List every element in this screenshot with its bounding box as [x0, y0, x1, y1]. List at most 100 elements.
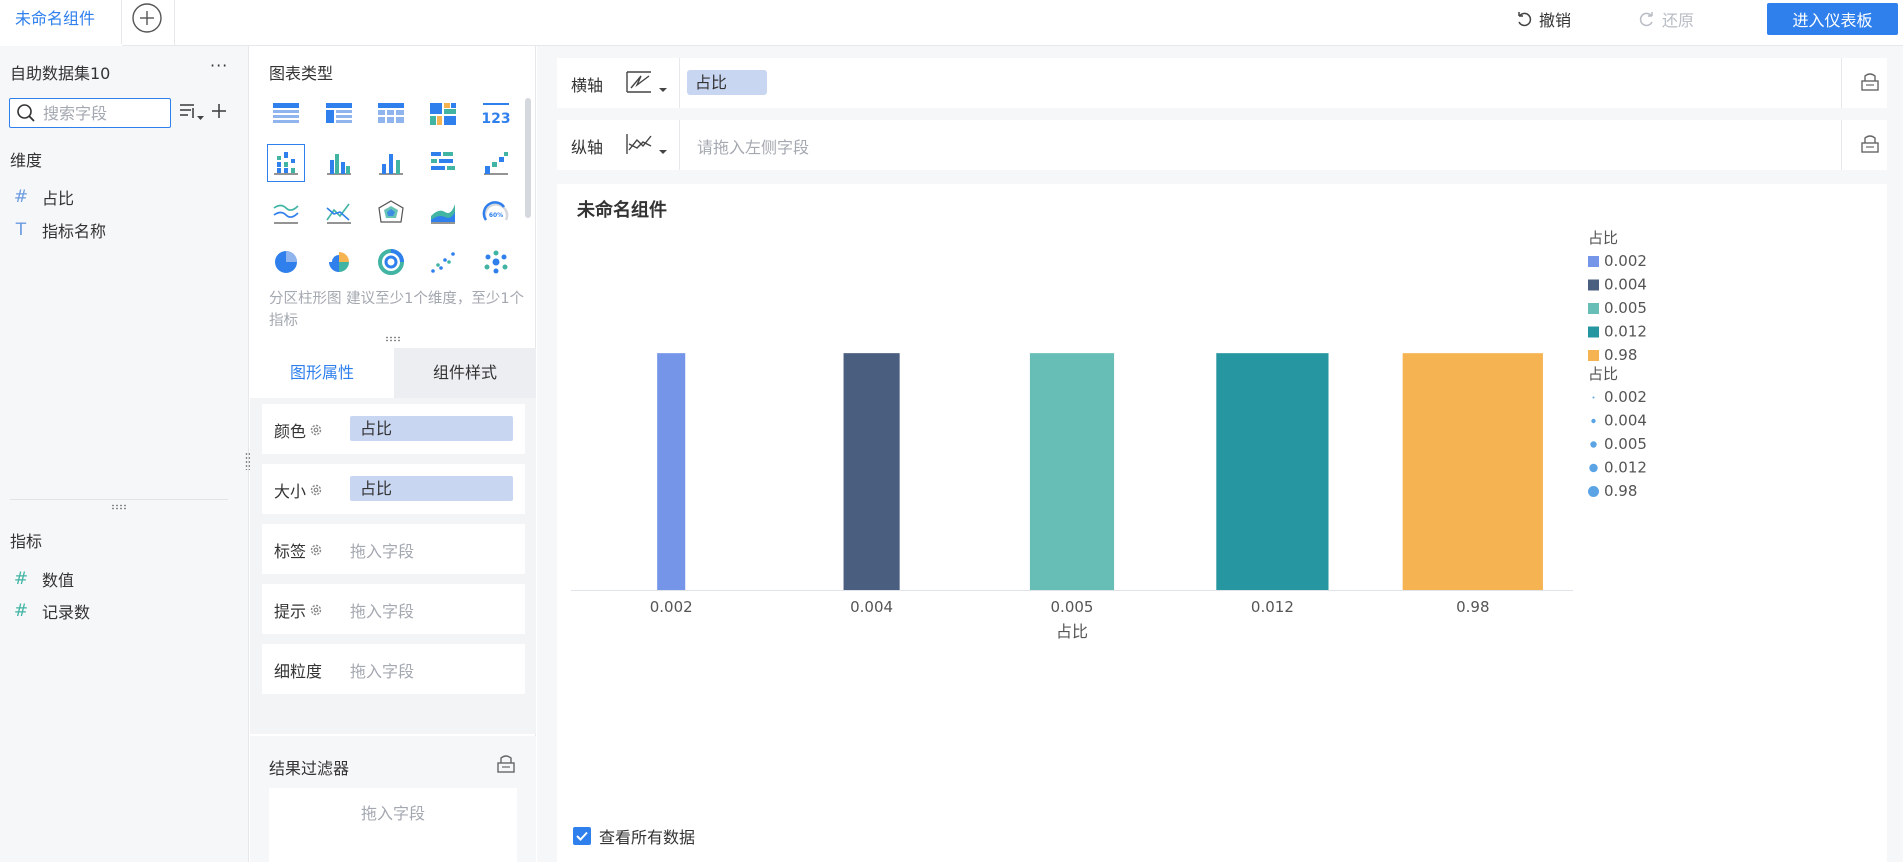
legend-label: 0.004	[1604, 412, 1647, 430]
axis-type-icon	[626, 71, 667, 93]
chart-type-scrollbar[interactable]	[525, 98, 531, 218]
top-bar: 未命名组件 撤销 还原 进入仪表板	[0, 0, 1903, 46]
y-axis-row: 纵轴 请拖入左侧字段	[557, 120, 1887, 170]
chart-type-table-icon[interactable]	[267, 95, 305, 133]
drop-field-placeholder[interactable]: 拖入字段	[350, 658, 414, 682]
axis-type-icon	[626, 134, 667, 154]
property-row-color: 颜色 占比	[262, 404, 525, 454]
field-label: 指标名称	[42, 222, 107, 241]
y-axis-drop-placeholder[interactable]: 请拖入左侧字段	[697, 134, 809, 158]
metric-field[interactable]: # 数值	[12, 568, 74, 590]
chart-type-polyline-icon[interactable]	[320, 194, 358, 232]
chart-type-line-icon[interactable]	[267, 194, 305, 232]
search-icon	[17, 104, 35, 122]
chart-type-rose-pie-icon[interactable]	[320, 243, 358, 281]
tab-graph-properties[interactable]: 图形属性	[250, 348, 394, 398]
tab-unnamed-component[interactable]: 未命名组件	[0, 0, 122, 46]
chart-bar	[1029, 353, 1115, 590]
undo-icon	[1518, 12, 1532, 27]
field-label: 占比	[42, 189, 75, 208]
chart-bar	[1402, 353, 1543, 590]
checkbox-checked-icon	[573, 827, 591, 845]
x-tick-label: 0.002	[650, 598, 693, 616]
x-axis-type-selector[interactable]	[625, 70, 671, 96]
gear-icon[interactable]	[309, 603, 323, 617]
add-tab-button[interactable]	[123, 0, 175, 46]
x-axis-field-pill[interactable]: 占比	[687, 70, 767, 95]
more-icon[interactable]: ···	[210, 56, 228, 75]
view-all-data-checkbox[interactable]: 查看所有数据	[573, 824, 695, 848]
property-row-tooltip: 提示 拖入字段	[262, 584, 525, 634]
chart-type-scatter-icon[interactable]	[424, 243, 462, 281]
number-type-icon: #	[13, 187, 29, 207]
chart-type-description: 分区柱形图 建议至少1个维度，至少1个指标	[269, 291, 525, 329]
chart-type-stacked-bar-icon[interactable]	[424, 144, 462, 182]
property-list: 颜色 占比 大小 占比 标签 拖入字段 提示 拖入字段 细粒度 拖入字段	[250, 398, 536, 765]
x-axis-title: 占比	[1056, 622, 1088, 641]
search-input[interactable]	[43, 102, 163, 124]
legend-size-dot	[1588, 486, 1599, 497]
legend-size-dot	[1592, 396, 1595, 399]
filter-icon[interactable]	[1860, 134, 1880, 154]
chart-type-gauge-icon[interactable]: 60%	[477, 194, 515, 232]
dimension-field[interactable]: T 指标名称	[12, 219, 106, 241]
y-axis-type-selector[interactable]	[625, 132, 671, 158]
property-row-label: 标签 拖入字段	[262, 524, 525, 574]
chart-type-pie-icon[interactable]	[267, 243, 305, 281]
calculated-number-icon: #	[13, 601, 29, 621]
chart-type-radar-icon[interactable]	[372, 194, 410, 232]
chart-type-kpi-icon[interactable]: 123	[477, 95, 515, 133]
metric-section-label: 指标	[10, 532, 43, 551]
dataset-name[interactable]: 自助数据集10	[10, 60, 110, 84]
property-label: 大小	[274, 482, 307, 501]
drop-field-placeholder[interactable]: 拖入字段	[350, 538, 414, 562]
divider	[679, 58, 680, 108]
field-pill[interactable]: 占比	[350, 416, 513, 441]
chart-type-group-table-icon[interactable]	[320, 95, 358, 133]
view-all-data-label: 查看所有数据	[599, 828, 696, 847]
dimension-field[interactable]: # 占比	[12, 186, 74, 208]
legend-swatch	[1588, 326, 1599, 338]
metric-field[interactable]: # 记录数	[12, 600, 90, 622]
x-tick-label: 0.98	[1456, 598, 1489, 616]
filter-icon[interactable]	[1860, 72, 1880, 92]
chart-type-bubble-icon[interactable]	[477, 243, 515, 281]
undo-label: 撤销	[1539, 11, 1572, 30]
chart-type-multi-pie-icon[interactable]	[372, 243, 410, 281]
undo-button[interactable]: 撤销	[1515, 8, 1571, 30]
chart-type-bar-icon[interactable]	[372, 144, 410, 182]
add-field-icon[interactable]	[210, 102, 228, 120]
redo-button[interactable]: 还原	[1638, 8, 1694, 30]
result-filter-dropzone[interactable]: 拖入字段	[269, 788, 517, 862]
gear-icon[interactable]	[309, 423, 323, 437]
chart-workspace: 横轴 占比 纵轴 请拖入左侧字段 未命名组件 0.002 0.004 0.005…	[537, 46, 1903, 862]
panel-resize-grip-icon[interactable]	[111, 504, 127, 510]
chart-type-area-icon[interactable]	[424, 194, 462, 232]
gear-icon[interactable]	[309, 543, 323, 557]
chart-type-partition-bar-icon[interactable]	[267, 144, 305, 182]
field-pill[interactable]: 占比	[350, 476, 513, 501]
legend-swatch	[1588, 279, 1599, 291]
chart-type-multi-bar-icon[interactable]	[320, 144, 358, 182]
gear-icon[interactable]	[309, 483, 323, 497]
x-tick-label: 0.004	[850, 598, 893, 616]
property-label: 提示	[274, 602, 307, 621]
redo-icon	[1639, 12, 1653, 27]
property-row-size: 大小 占比	[262, 464, 525, 514]
filter-icon[interactable]	[496, 754, 516, 774]
chart-type-cross-table-icon[interactable]	[372, 95, 410, 133]
panel-resize-grip-icon[interactable]	[385, 336, 401, 342]
chart-card: 未命名组件 0.002 0.004 0.005 0.012 0.98 占比 占比 0.002 0…	[557, 184, 1887, 862]
chart-bar	[843, 353, 900, 590]
legend-label: 0.012	[1604, 459, 1647, 477]
chart-type-waterfall-icon[interactable]	[477, 144, 515, 182]
field-sort-icon[interactable]	[178, 102, 204, 122]
svg-text:123: 123	[482, 111, 510, 127]
property-tabs: 图形属性 组件样式	[250, 348, 536, 398]
chart-type-heat-table-icon[interactable]	[424, 95, 462, 133]
legend-label: 0.002	[1604, 252, 1647, 270]
enter-dashboard-button[interactable]: 进入仪表板	[1767, 3, 1898, 35]
drop-field-placeholder[interactable]: 拖入字段	[350, 598, 414, 622]
legend-swatch	[1588, 303, 1599, 314]
tab-component-style[interactable]: 组件样式	[394, 348, 536, 398]
